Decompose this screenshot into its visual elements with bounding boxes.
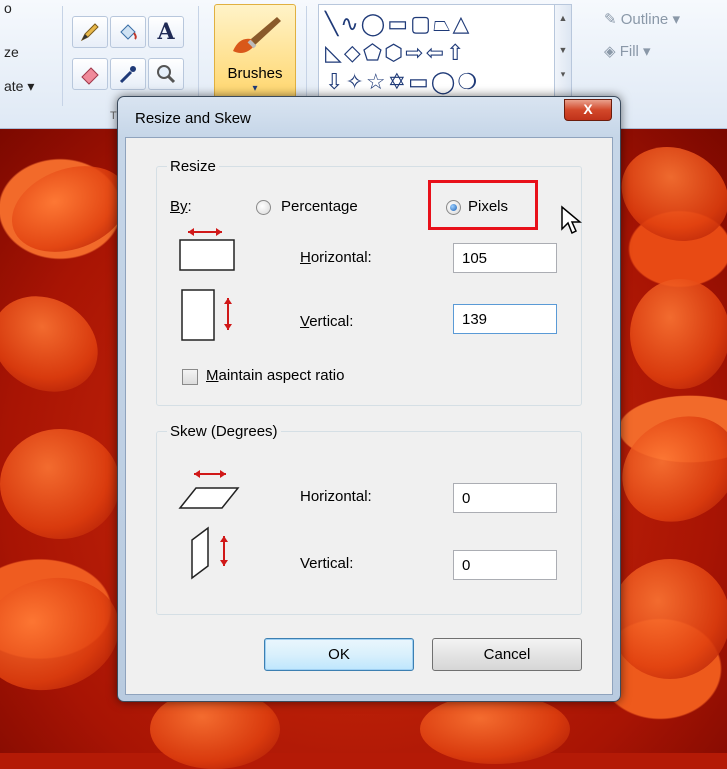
fill-bucket-icon: ◈ — [604, 43, 616, 60]
resize-skew-dialog: Resize and Skew X Resize By: Percentage … — [117, 96, 621, 702]
pixels-radio[interactable] — [446, 200, 461, 215]
color-picker-tool[interactable] — [110, 58, 146, 90]
shapes-row-3[interactable]: ⇩✧☆✡▭◯❍ — [325, 67, 479, 96]
fill-label: Fill ▾ — [619, 43, 651, 60]
brushes-button[interactable]: Brushes ▾ — [214, 4, 296, 102]
shapes-row-1[interactable]: ╲∿◯▭▢⏢△ — [325, 9, 479, 38]
shapes-row-2[interactable]: ◺◇⬠⬡⇨⇦⇧ — [325, 38, 479, 67]
eraser-tool[interactable] — [72, 58, 108, 90]
dialog-title: Resize and Skew — [135, 110, 251, 127]
resize-horizontal-label: Horizontal: — [300, 249, 372, 266]
skew-legend: Skew (Degrees) — [170, 423, 278, 440]
pencil-icon — [80, 23, 99, 42]
brushes-dropdown-arrow: ▾ — [252, 83, 258, 94]
rotate-command[interactable]: ate ▾ — [4, 78, 34, 95]
text-tool[interactable]: A — [148, 16, 184, 48]
tools-group-label: T — [110, 110, 117, 122]
flower-petal — [603, 395, 727, 543]
skew-vertical-label: Vertical: — [300, 555, 354, 572]
skew-vertical-input[interactable] — [453, 550, 557, 580]
outline-label: Outline ▾ — [620, 11, 680, 28]
ribbon-separator — [306, 6, 307, 106]
scroll-down-icon[interactable]: ▼ — [555, 45, 571, 55]
magnifier-tool[interactable] — [148, 58, 184, 90]
shapes-scrollbar[interactable]: ▲ ▼ ▾ — [554, 5, 571, 97]
flower-petal — [606, 129, 727, 259]
fill-tool[interactable] — [110, 16, 146, 48]
pixels-label[interactable]: Pixels — [468, 198, 508, 215]
outline-button[interactable]: ✎ Outline ▾ — [604, 10, 680, 28]
pencil-tool[interactable] — [72, 16, 108, 48]
outline-pencil-icon: ✎ — [604, 11, 617, 28]
shapes-list[interactable]: ╲∿◯▭▢⏢△ ◺◇⬠⬡⇨⇦⇧ ⇩✧☆✡▭◯❍ — [325, 9, 479, 96]
mouse-cursor-icon — [561, 205, 582, 235]
ribbon-left-label-1[interactable]: o — [4, 0, 12, 16]
brushes-label: Brushes — [227, 65, 283, 82]
skew-horizontal-icon — [178, 470, 240, 509]
magnifier-icon — [157, 65, 176, 84]
resize-vertical-label: Vertical: — [300, 313, 354, 330]
skew-group: Skew (Degrees) — [156, 423, 582, 615]
eraser-icon — [81, 67, 99, 85]
close-icon: X — [583, 101, 593, 117]
flower-petal — [0, 429, 120, 539]
brush-icon — [233, 17, 281, 53]
ribbon-separator — [62, 6, 63, 106]
close-button[interactable]: X — [564, 99, 612, 121]
flower-petal — [0, 277, 116, 411]
skew-vertical-icon — [191, 526, 228, 580]
flower-petal — [610, 559, 727, 679]
by-label: By: — [170, 198, 192, 215]
resize-horizontal-input[interactable] — [453, 243, 557, 273]
percentage-label[interactable]: Percentage — [281, 198, 358, 215]
resize-command[interactable]: ze — [4, 44, 19, 60]
fill-button[interactable]: ◈ Fill ▾ — [604, 42, 651, 60]
skew-horizontal-input[interactable] — [453, 483, 557, 513]
resize-legend: Resize — [170, 158, 216, 175]
eyedropper-icon — [119, 66, 136, 84]
maintain-aspect-ratio-checkbox[interactable] — [182, 369, 198, 385]
resize-vertical-icon — [181, 289, 232, 341]
paint-bucket-icon — [120, 24, 137, 40]
ribbon-separator — [198, 6, 199, 106]
resize-vertical-input[interactable] — [453, 304, 557, 334]
percentage-radio[interactable] — [256, 200, 271, 215]
shapes-expand-icon[interactable]: ▾ — [555, 69, 571, 80]
flower-petal — [630, 279, 727, 389]
resize-horizontal-icon — [179, 228, 235, 271]
text-a-icon: A — [157, 19, 175, 45]
skew-horizontal-label: Horizontal: — [300, 488, 372, 505]
flower-petal — [0, 562, 132, 706]
cancel-button[interactable]: Cancel — [432, 638, 582, 671]
flower-petal — [420, 694, 570, 764]
scroll-up-icon[interactable]: ▲ — [555, 13, 571, 23]
maintain-aspect-ratio-label[interactable]: Maintain aspect ratio — [206, 367, 344, 384]
shapes-gallery[interactable]: ╲∿◯▭▢⏢△ ◺◇⬠⬡⇨⇦⇧ ⇩✧☆✡▭◯❍ ▲ ▼ ▾ — [318, 4, 572, 98]
dialog-client-area: Resize By: Percentage Pixels Horizontal:… — [125, 137, 613, 695]
ok-button[interactable]: OK — [264, 638, 414, 671]
ribbon-image-group: o ze ate ▾ — [0, 0, 60, 128]
